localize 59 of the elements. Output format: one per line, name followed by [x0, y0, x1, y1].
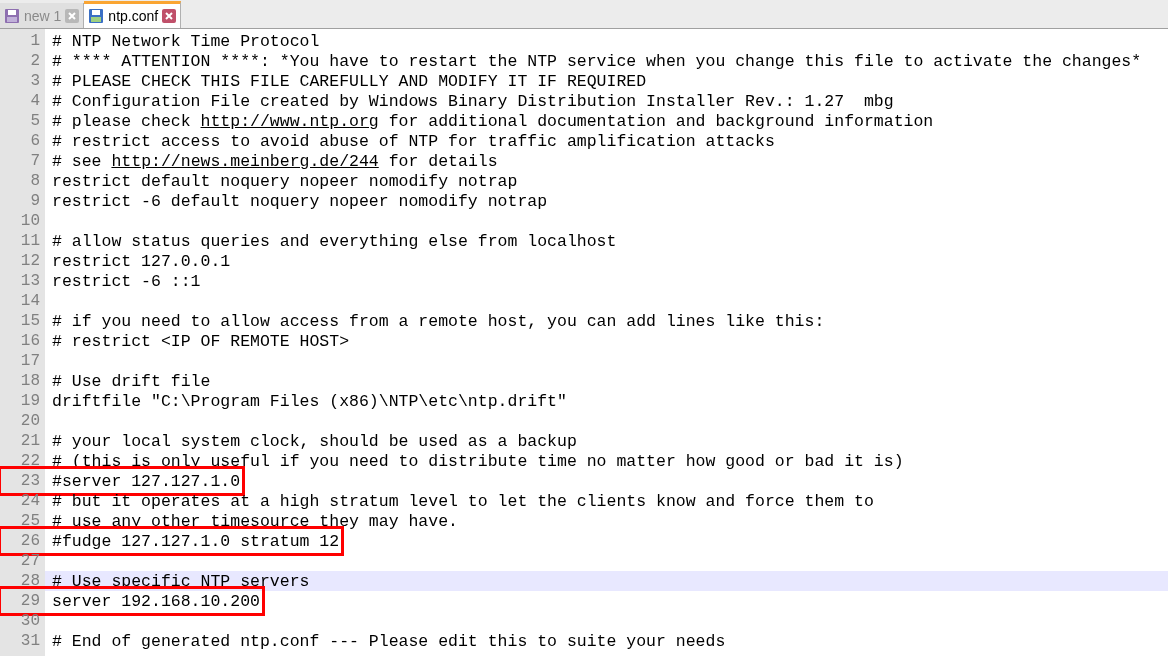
line-number: 26 [19, 532, 41, 550]
code-line: # restrict <IP OF REMOTE HOST> [51, 331, 350, 351]
code-line: restrict -6 ::1 [51, 271, 201, 291]
code-line: # (this is only useful if you need to distribute time no matter how good or bad it is) [51, 451, 904, 471]
line-number: 4 [29, 92, 41, 110]
code-line: # restrict access to avoid abuse of NTP for traffic amplification attacks [51, 131, 775, 151]
link[interactable]: http://news.meinberg.de/244 [111, 151, 379, 171]
code-line: # PLEASE CHECK THIS FILE CAREFULLY AND MODIFY IT IF REQUIRED [51, 71, 647, 91]
line-number: 29 [19, 592, 41, 610]
line-number: 18 [19, 372, 41, 390]
code-line: restrict default noquery nopeer nomodify notrap [51, 171, 518, 191]
line-number: 2 [29, 52, 41, 70]
code-line: # Use drift file [51, 371, 211, 391]
line-number: 24 [19, 492, 41, 510]
close-icon[interactable] [162, 9, 177, 23]
code-line: server 192.168.10.200 [51, 591, 260, 611]
line-number: 3 [29, 72, 41, 90]
line-number: 28 [19, 572, 41, 590]
line-number: 5 [29, 112, 41, 130]
line-number: 14 [19, 292, 41, 310]
code-line: # Configuration File created by Windows Binary Distribution Installer Rev.: 1.27 mbg [51, 91, 894, 111]
line-number: 13 [19, 272, 41, 290]
code-line: # but it operates at a high stratum level to let the clients know and force them to [51, 491, 874, 511]
code-line: # your local system clock, should be used as a backup [51, 431, 577, 451]
link[interactable]: http://www.ntp.org [200, 111, 379, 131]
line-number: 17 [19, 352, 41, 370]
code-line: # if you need to allow access from a remote host, you can add lines like this: [51, 311, 825, 331]
line-number: 11 [19, 232, 41, 250]
code-line: # allow status queries and everything else from localhost [51, 231, 617, 251]
code-line: restrict 127.0.0.1 [51, 251, 231, 271]
line-number: 9 [29, 192, 41, 210]
code-line: # Use specific NTP servers [51, 571, 310, 591]
code-line: driftfile "C:\Program Files (x86)\NTP\etc\ntp.drift" [51, 391, 567, 411]
code-line: # NTP Network Time Protocol [51, 31, 320, 51]
line-number: 27 [19, 552, 41, 570]
tab[interactable]: ntp.conf [84, 1, 182, 28]
code-line: # End of generated ntp.conf --- Please edit this to suite your needs [51, 631, 726, 651]
line-number: 21 [19, 432, 41, 450]
line-number: 31 [19, 632, 41, 650]
line-number: 20 [19, 412, 41, 430]
code-line: # **** ATTENTION ****: *You have to restart the NTP service when you change this file to activate the changes* [51, 51, 1142, 71]
code-line: # please check http://www.ntp.org for additional documentation and background information [51, 111, 934, 131]
code-line: #server 127.127.1.0 [51, 471, 241, 491]
line-number: 19 [19, 392, 41, 410]
line-number: 12 [19, 252, 41, 270]
code-line: #fudge 127.127.1.0 stratum 12 [51, 531, 340, 551]
line-number: 22 [19, 452, 41, 470]
code-line: restrict -6 default noquery nopeer nomodify notrap [51, 191, 548, 211]
line-number: 15 [19, 312, 41, 330]
line-number: 30 [19, 612, 41, 630]
line-number: 8 [29, 172, 41, 190]
line-number: 10 [19, 212, 41, 230]
line-number: 1 [29, 32, 41, 50]
line-number: 7 [29, 152, 41, 170]
line-number: 16 [19, 332, 41, 350]
line-number: 25 [19, 512, 41, 530]
code-line: # see http://news.meinberg.de/244 for details [51, 151, 498, 171]
line-number: 23 [19, 472, 41, 490]
line-number: 6 [29, 132, 41, 150]
